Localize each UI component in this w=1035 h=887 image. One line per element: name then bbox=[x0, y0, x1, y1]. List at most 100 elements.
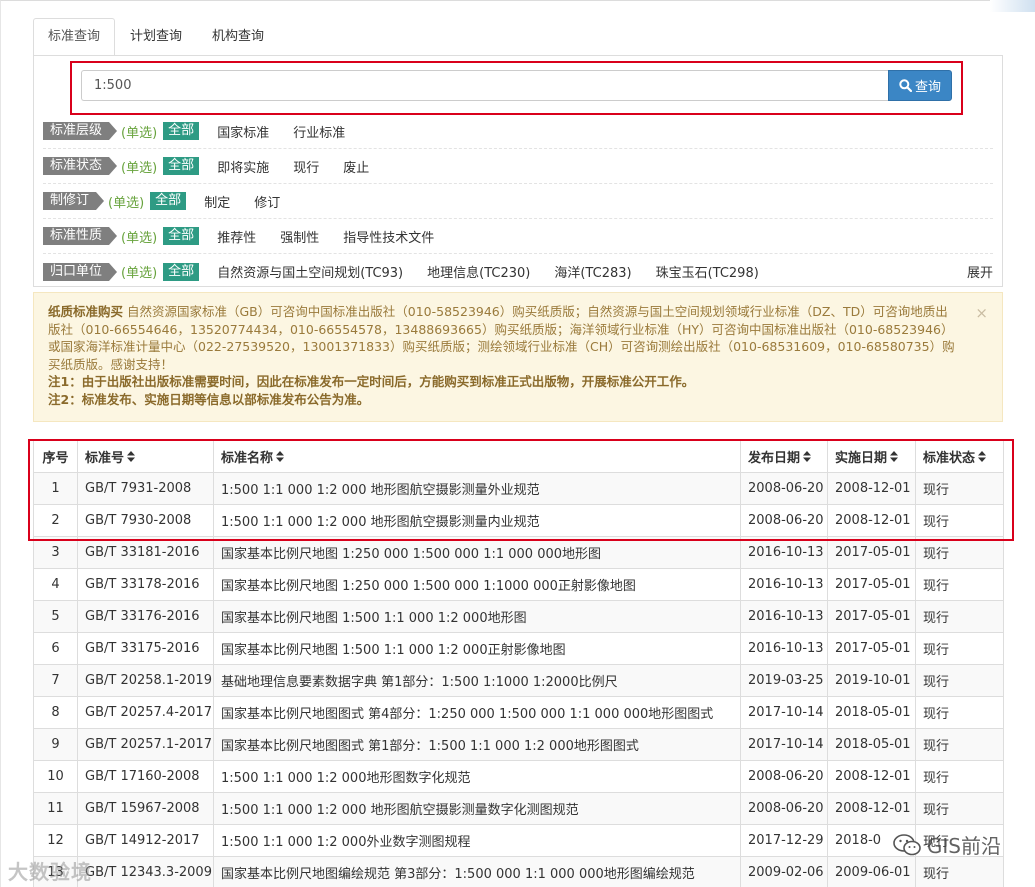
cell-standard-no: GB/T 20257.4-2017 bbox=[77, 696, 214, 729]
sort-icon[interactable] bbox=[127, 451, 136, 466]
filter-option[interactable]: 修订 bbox=[254, 192, 280, 211]
cell-standard-name[interactable]: 基础地理信息要素数据字典 第1部分：1:500 1:1000 1:2000比例尺 bbox=[213, 664, 741, 697]
single-select-hint: (单选) bbox=[121, 266, 158, 281]
table-row[interactable]: 2 GB/T 7930-2008 1:500 1:1 000 1:2 000 地形图… bbox=[33, 504, 1004, 537]
cell-index: 10 bbox=[33, 760, 78, 793]
table-row[interactable]: 1 GB/T 7931-2008 1:500 1:1 000 1:2 000 地形图… bbox=[33, 472, 1004, 505]
filter-all-tag[interactable]: 全部 bbox=[163, 262, 200, 281]
filter-all-tag[interactable]: 全部 bbox=[163, 157, 200, 175]
table-row[interactable]: 6 GB/T 33175-2016 国家基本比例尺地图 1:500 1:1 000 … bbox=[33, 632, 1004, 665]
cell-standard-name[interactable]: 国家基本比例尺地图编绘规范 第3部分：1:500 000 1:1 000 000… bbox=[213, 856, 741, 887]
table-row[interactable]: 11 GB/T 15967-2008 1:500 1:1 000 1:2 000 地… bbox=[33, 792, 1004, 825]
notice-title: 纸质标准购买 bbox=[48, 304, 124, 319]
cell-standard-no: GB/T 7931-2008 bbox=[77, 472, 214, 505]
filter-option[interactable]: 行业标准 bbox=[293, 122, 345, 141]
cell-standard-name[interactable]: 国家基本比例尺地图图式 第4部分：1:250 000 1:500 000 1:1… bbox=[213, 696, 741, 729]
table-row[interactable]: 9 GB/T 20257.1-2017 国家基本比例尺地图图式 第1部分：1:500… bbox=[33, 728, 1004, 761]
filter-option[interactable]: 推荐性 bbox=[217, 227, 256, 246]
table-row[interactable]: 10 GB/T 17160-2008 1:500 1:1 000 1:2 000地形… bbox=[33, 760, 1004, 793]
filter-row-status: 标准状态 (单选) 全部 即将实施 现行 废止 bbox=[43, 149, 993, 184]
filter-row-level: 标准层级 (单选) 全部 国家标准 行业标准 bbox=[43, 114, 993, 149]
cell-effective-date: 2009-06-01 bbox=[827, 856, 916, 887]
tab-organization-query[interactable]: 机构查询 bbox=[197, 18, 279, 56]
filter-option[interactable]: 强制性 bbox=[280, 227, 319, 246]
table-row[interactable]: 8 GB/T 20257.4-2017 国家基本比例尺地图图式 第4部分：1:250… bbox=[33, 696, 1004, 729]
cell-standard-name[interactable]: 国家基本比例尺地图 1:500 1:1 000 1:2 000正射影像地图 bbox=[213, 632, 741, 665]
filter-option[interactable]: 制定 bbox=[204, 192, 230, 211]
filter-option[interactable]: 现行 bbox=[293, 157, 319, 176]
search-button[interactable]: 查询 bbox=[888, 70, 952, 101]
notice-note-1: 注1：由于出版社出版标准需要时间，因此在标准发布一定时间后，方能购买到标准正式出… bbox=[48, 374, 695, 389]
cell-status: 现行 bbox=[915, 600, 1004, 633]
header-label: 标准名称 bbox=[221, 451, 274, 466]
cell-standard-name[interactable]: 1:500 1:1 000 1:2 000 地形图航空摄影测量外业规范 bbox=[213, 472, 741, 505]
query-tabs: 标准查询 计划查询 机构查询 bbox=[33, 18, 279, 56]
filter-option[interactable]: 自然资源与国土空间规划(TC93) bbox=[217, 262, 403, 281]
filter-option[interactable]: 国家标准 bbox=[217, 122, 269, 141]
search-input[interactable] bbox=[81, 70, 888, 101]
header-label: 标准状态 bbox=[923, 451, 976, 466]
cell-standard-no: GB/T 33175-2016 bbox=[77, 632, 214, 665]
filter-option[interactable]: 海洋(TC283) bbox=[554, 262, 631, 281]
cell-standard-no: GB/T 7930-2008 bbox=[77, 504, 214, 537]
cell-standard-name[interactable]: 国家基本比例尺地图 1:500 1:1 000 1:2 000地形图 bbox=[213, 600, 741, 633]
cell-effective-date: 2017-05-01 bbox=[827, 536, 916, 569]
search-icon bbox=[899, 79, 912, 92]
cell-standard-name[interactable]: 国家基本比例尺地图图式 第1部分：1:500 1:1 000 1:2 000地形… bbox=[213, 728, 741, 761]
cell-standard-no: GB/T 14912-2017 bbox=[77, 824, 214, 857]
sort-icon[interactable] bbox=[890, 451, 899, 466]
cell-index: 3 bbox=[33, 536, 78, 569]
filter-all-tag[interactable]: 全部 bbox=[163, 227, 200, 245]
filter-option[interactable]: 珠宝玉石(TC298) bbox=[656, 262, 759, 281]
cell-standard-name[interactable]: 1:500 1:1 000 1:2 000地形图数字化规范 bbox=[213, 760, 741, 793]
filter-all-tag[interactable]: 全部 bbox=[163, 122, 200, 140]
header-effective-date[interactable]: 实施日期 bbox=[827, 440, 916, 473]
filter-option[interactable]: 废止 bbox=[343, 157, 369, 176]
cell-standard-name[interactable]: 1:500 1:1 000 1:2 000 地形图航空摄影测量数字化测图规范 bbox=[213, 792, 741, 825]
cell-publish-date: 2008-06-20 bbox=[740, 792, 828, 825]
sort-icon[interactable] bbox=[978, 451, 987, 466]
sort-icon[interactable] bbox=[276, 451, 285, 466]
tab-standard-query[interactable]: 标准查询 bbox=[33, 18, 116, 56]
cell-standard-no: GB/T 17160-2008 bbox=[77, 760, 214, 793]
tab-plan-query[interactable]: 计划查询 bbox=[115, 18, 197, 56]
cell-standard-name[interactable]: 1:500 1:1 000 1:2 000 地形图航空摄影测量内业规范 bbox=[213, 504, 741, 537]
header-standard-name[interactable]: 标准名称 bbox=[213, 440, 741, 473]
table-row[interactable]: 5 GB/T 33176-2016 国家基本比例尺地图 1:500 1:1 000 … bbox=[33, 600, 1004, 633]
watermark-right-text: GIS前沿 bbox=[926, 834, 1001, 858]
table-row[interactable]: 3 GB/T 33181-2016 国家基本比例尺地图 1:250 000 1:50… bbox=[33, 536, 1004, 569]
cell-standard-name[interactable]: 国家基本比例尺地图 1:250 000 1:500 000 1:1000 000… bbox=[213, 568, 741, 601]
filter-option[interactable]: 地理信息(TC230) bbox=[427, 262, 530, 281]
results-table-body: 1 GB/T 7931-2008 1:500 1:1 000 1:2 000 地形图… bbox=[33, 472, 1004, 887]
filter-option[interactable]: 指导性技术文件 bbox=[343, 227, 434, 246]
filter-all-tag[interactable]: 全部 bbox=[150, 192, 187, 210]
table-row[interactable]: 13 GB/T 12343.3-2009 国家基本比例尺地图编绘规范 第3部分：1:… bbox=[33, 856, 1004, 887]
filter-option[interactable]: 即将实施 bbox=[217, 157, 269, 176]
header-status[interactable]: 标准状态 bbox=[915, 440, 1004, 473]
header-standard-no[interactable]: 标准号 bbox=[77, 440, 214, 473]
cell-standard-no: GB/T 15967-2008 bbox=[77, 792, 214, 825]
table-row[interactable]: 4 GB/T 33178-2016 国家基本比例尺地图 1:250 000 1:50… bbox=[33, 568, 1004, 601]
results-table-wrap: 序号 标准号 标准名称 发布日期 实施日期 标准状态 1 GB/T 7931-20… bbox=[33, 440, 1004, 887]
cell-status: 现行 bbox=[915, 728, 1004, 761]
cell-publish-date: 2016-10-13 bbox=[740, 568, 828, 601]
header-publish-date[interactable]: 发布日期 bbox=[740, 440, 828, 473]
table-row[interactable]: 7 GB/T 20258.1-2019 基础地理信息要素数据字典 第1部分：1:50… bbox=[33, 664, 1004, 697]
search-bar: 查询 bbox=[81, 70, 952, 101]
search-button-label: 查询 bbox=[914, 80, 941, 95]
cell-effective-date: 2008-12-01 bbox=[827, 504, 916, 537]
cell-publish-date: 2009-02-06 bbox=[740, 856, 828, 887]
filter-label: 归口单位 bbox=[43, 262, 118, 281]
close-icon[interactable]: × bbox=[975, 304, 988, 323]
cell-standard-name[interactable]: 1:500 1:1 000 1:2 000外业数字测图规程 bbox=[213, 824, 741, 857]
single-select-hint: (单选) bbox=[108, 195, 145, 211]
cell-effective-date: 2017-05-01 bbox=[827, 568, 916, 601]
sort-icon[interactable] bbox=[803, 451, 812, 466]
cell-standard-name[interactable]: 国家基本比例尺地图 1:250 000 1:500 000 1:1 000 00… bbox=[213, 536, 741, 569]
cell-publish-date: 2008-06-20 bbox=[740, 760, 828, 793]
cell-publish-date: 2017-12-29 bbox=[740, 824, 828, 857]
expand-link[interactable]: 展开 bbox=[967, 262, 993, 281]
table-row[interactable]: 12 GB/T 14912-2017 1:500 1:1 000 1:2 000外业… bbox=[33, 824, 1004, 857]
filter-row-nature: 标准性质 (单选) 全部 推荐性 强制性 指导性技术文件 bbox=[43, 219, 993, 254]
cell-index: 5 bbox=[33, 600, 78, 633]
